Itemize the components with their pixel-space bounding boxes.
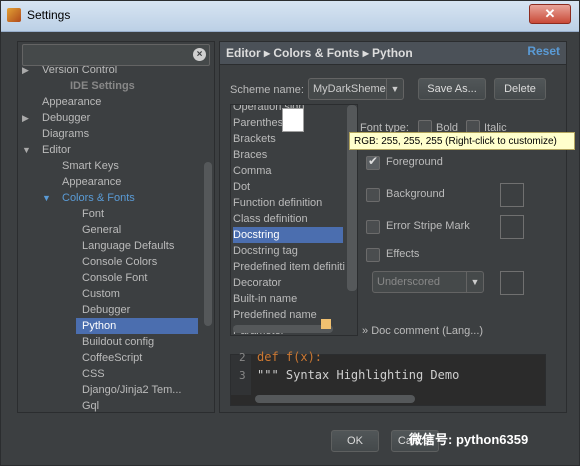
- list-item-builtin-name[interactable]: Built-in name: [233, 291, 297, 307]
- settings-search-input[interactable]: ×: [22, 44, 210, 66]
- tree-item-general[interactable]: General: [82, 222, 121, 238]
- tree-item-smart-keys[interactable]: Smart Keys: [62, 158, 119, 174]
- effect-type-value: Underscored: [377, 276, 440, 288]
- tree-item-diagrams[interactable]: Diagrams: [42, 126, 89, 142]
- collapse-arrow-icon[interactable]: ▼: [22, 142, 31, 158]
- doc-comment-link[interactable]: » Doc comment (Lang...): [362, 325, 483, 337]
- app-icon: [7, 8, 21, 22]
- tree-item-django-jinja2[interactable]: Django/Jinja2 Tem...: [82, 382, 181, 398]
- tree-item-label: Debugger: [42, 112, 91, 124]
- tree-item-editor[interactable]: ▼ Editor: [22, 142, 71, 158]
- settings-tree: ▶ Version Control IDE Settings Appearance…: [18, 66, 200, 412]
- close-button[interactable]: ✕: [529, 4, 571, 24]
- breadcrumb-bar: Editor ▸ Colors & Fonts ▸ Python Reset: [220, 42, 566, 65]
- ok-button[interactable]: OK: [331, 430, 379, 452]
- element-list: Operation sign Parentheses Brackets Brac…: [230, 104, 358, 336]
- tree-item-console-colors[interactable]: Console Colors: [82, 254, 157, 270]
- delete-button[interactable]: Delete: [494, 78, 546, 100]
- line-number-gutter: 2 3: [231, 351, 251, 395]
- tree-item-label: Colors & Fonts: [62, 192, 135, 204]
- tree-group-ide-settings: IDE Settings: [70, 80, 135, 92]
- list-item-braces[interactable]: Braces: [233, 147, 267, 163]
- background-label: Background: [386, 188, 445, 200]
- tree-item-label: Version Control: [42, 66, 118, 76]
- tree-item-debugger[interactable]: ▶ Debugger: [22, 110, 90, 126]
- watermark-text: 微信号: python6359: [409, 432, 529, 447]
- expand-arrow-icon[interactable]: ▶: [22, 110, 29, 126]
- tree-item-console-font[interactable]: Console Font: [82, 270, 147, 286]
- clear-search-icon[interactable]: ×: [193, 48, 206, 61]
- preview-editor[interactable]: 2 3 def f(x): """ Syntax Highlighting De…: [230, 350, 546, 406]
- list-item-brackets[interactable]: Brackets: [233, 131, 276, 147]
- collapse-arrow-icon[interactable]: ▼: [42, 190, 51, 206]
- tree-item-label: Editor: [42, 144, 71, 156]
- element-list-hscroll[interactable]: [233, 325, 333, 333]
- tree-item-css[interactable]: CSS: [82, 366, 105, 382]
- doc-comment-label: Doc comment (Lang...): [371, 325, 484, 337]
- tree-item-coffeescript[interactable]: CoffeeScript: [82, 350, 142, 366]
- tree-item-buildout-config[interactable]: Buildout config: [82, 334, 154, 350]
- list-item-function-definition[interactable]: Function definition: [233, 195, 322, 211]
- breadcrumb: Editor ▸ Colors & Fonts ▸ Python: [226, 46, 413, 60]
- preview-hscroll[interactable]: [255, 395, 415, 403]
- list-item-dot[interactable]: Dot: [233, 179, 250, 195]
- chevron-down-icon: ▼: [466, 272, 483, 292]
- error-stripe-color-swatch[interactable]: [500, 215, 524, 239]
- scheme-select-value: MyDarkSheme: [313, 83, 386, 95]
- tree-item-custom[interactable]: Custom: [82, 286, 120, 302]
- tree-item-language-defaults[interactable]: Language Defaults: [82, 238, 174, 254]
- settings-sidebar: × ▶ Version Control IDE Settings Appearan…: [17, 41, 215, 413]
- effects-checkbox[interactable]: [366, 248, 380, 262]
- effects-label: Effects: [386, 248, 420, 260]
- list-item-predefined-name[interactable]: Predefined name: [233, 307, 317, 323]
- colors-fonts-panel: Editor ▸ Colors & Fonts ▸ Python Reset S…: [219, 41, 567, 413]
- title-bar: Settings ✕: [1, 1, 579, 32]
- reset-link[interactable]: Reset: [527, 44, 560, 58]
- list-item-class-definition[interactable]: Class definition: [233, 211, 308, 227]
- tree-item-font[interactable]: Font: [82, 206, 104, 222]
- foreground-checkbox[interactable]: ✔: [366, 154, 380, 170]
- scheme-name-label: Scheme name:: [230, 84, 304, 96]
- code-line: """ Syntax Highlighting Demo: [257, 368, 460, 382]
- background-checkbox[interactable]: [366, 188, 380, 202]
- tree-item-debugger-colors[interactable]: Debugger: [82, 302, 130, 318]
- list-item-comma[interactable]: Comma: [233, 163, 272, 179]
- effect-type-select[interactable]: Underscored ▼: [372, 271, 484, 293]
- tree-item-appearance[interactable]: Appearance: [42, 94, 101, 110]
- list-item-decorator[interactable]: Decorator: [233, 275, 281, 291]
- list-item-docstring[interactable]: Docstring: [233, 227, 343, 243]
- scheme-select[interactable]: MyDarkSheme ▼: [308, 78, 404, 100]
- tree-item-editor-appearance[interactable]: Appearance: [62, 174, 121, 190]
- list-item-predefined-item-definition[interactable]: Predefined item definiti: [233, 259, 345, 275]
- tree-item-python[interactable]: Python: [76, 318, 198, 334]
- background-color-swatch[interactable]: [500, 183, 524, 207]
- line-number: 3: [239, 369, 246, 382]
- sidebar-scrollbar[interactable]: [204, 162, 212, 326]
- error-stripe-label: Error Stripe Mark: [386, 220, 470, 232]
- tree-item-colors-fonts[interactable]: ▼ Colors & Fonts: [42, 190, 135, 206]
- error-stripe-marker: [321, 319, 331, 329]
- list-item-docstring-tag[interactable]: Docstring tag: [233, 243, 298, 259]
- code-line: def f(x):: [257, 350, 323, 364]
- tree-item-gql[interactable]: Gql: [82, 398, 99, 412]
- error-stripe-checkbox[interactable]: [366, 220, 380, 234]
- expand-arrows-icon: »: [362, 325, 369, 337]
- chevron-down-icon: ▼: [386, 79, 403, 99]
- save-as-button[interactable]: Save As...: [418, 78, 486, 100]
- settings-window: Settings ✕ × ▶ Version Control IDE Settin…: [0, 0, 580, 466]
- tree-item-version-control[interactable]: ▶ Version Control: [22, 66, 117, 78]
- effect-color-swatch[interactable]: [500, 271, 524, 295]
- foreground-label: Foreground: [386, 156, 443, 168]
- window-title: Settings: [27, 8, 71, 22]
- checkmark-icon: ✔: [368, 154, 379, 168]
- color-tooltip: RGB: 255, 255, 255 (Right-click to custo…: [349, 132, 575, 150]
- expand-arrow-icon[interactable]: ▶: [22, 66, 29, 78]
- line-number: 2: [239, 351, 246, 364]
